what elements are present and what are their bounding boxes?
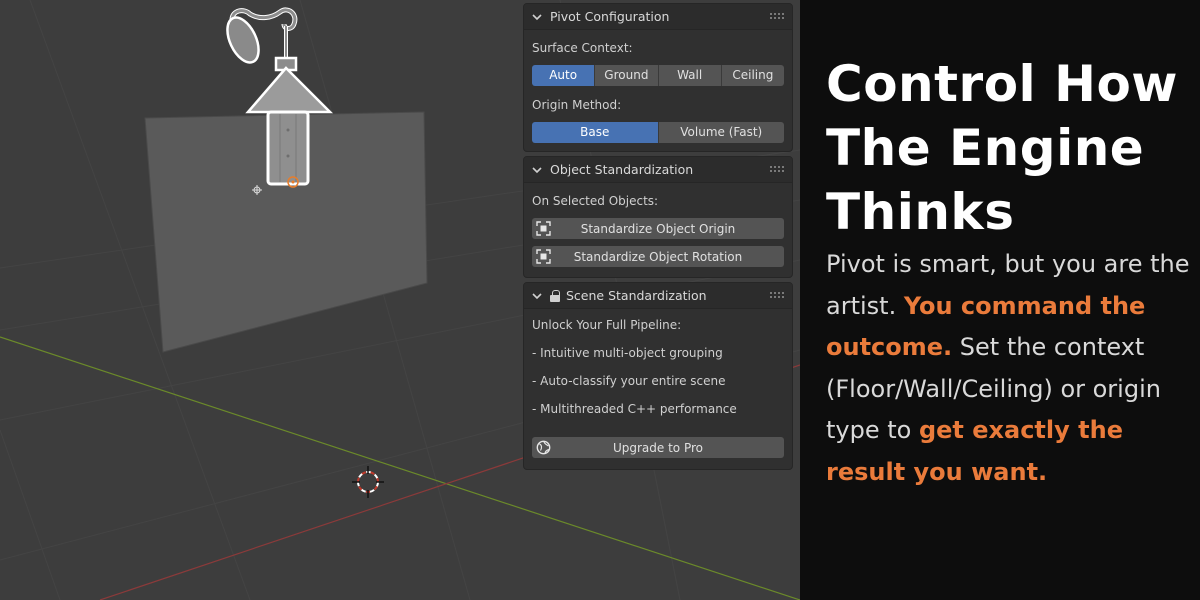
promo-body: Pivot is smart, but you are the artist. … xyxy=(826,244,1200,493)
chevron-down-icon[interactable] xyxy=(532,166,546,174)
feature-item: - Intuitive multi-object grouping xyxy=(532,346,723,360)
surface-context-label: Surface Context: xyxy=(532,41,633,55)
drag-grip-icon[interactable] xyxy=(770,291,784,300)
surface-context-selector: Auto Ground Wall Ceiling xyxy=(532,65,784,86)
headline: Control How The Engine Thinks xyxy=(826,52,1200,244)
headline-line: Thinks xyxy=(826,183,1015,241)
scene-standardization-panel: Scene Standardization Unlock Your Full P… xyxy=(523,282,793,470)
origin-method-label: Origin Method: xyxy=(532,98,622,112)
chevron-down-icon[interactable] xyxy=(532,292,546,300)
standardize-rotation-button[interactable]: Standardize Object Rotation xyxy=(532,246,784,267)
on-selected-label: On Selected Objects: xyxy=(532,194,659,208)
surface-ground-button[interactable]: Ground xyxy=(595,65,659,86)
panel-title: Scene Standardization xyxy=(566,288,707,303)
panel-title: Pivot Configuration xyxy=(550,9,670,24)
upgrade-to-pro-button[interactable]: Upgrade to Pro xyxy=(532,437,784,458)
feature-item: - Multithreaded C++ performance xyxy=(532,402,737,416)
drag-grip-icon[interactable] xyxy=(770,165,784,174)
lock-icon xyxy=(550,289,560,302)
drag-grip-icon[interactable] xyxy=(770,12,784,21)
chevron-down-icon[interactable] xyxy=(532,13,546,21)
standardize-origin-button[interactable]: Standardize Object Origin xyxy=(532,218,784,239)
origin-method-selector: Base Volume (Fast) xyxy=(532,122,784,143)
headline-line: The Engine xyxy=(826,119,1145,177)
rotation-frame-icon xyxy=(536,249,551,264)
panel-header[interactable]: Scene Standardization xyxy=(524,283,792,309)
feature-item: - Auto-classify your entire scene xyxy=(532,374,726,388)
object-standardization-panel: Object Standardization On Selected Objec… xyxy=(523,156,793,278)
globe-icon xyxy=(536,440,551,455)
pivot-configuration-panel: Pivot Configuration Surface Context: Aut… xyxy=(523,3,793,152)
standardize-rotation-label: Standardize Object Rotation xyxy=(573,249,743,264)
origin-frame-icon xyxy=(536,221,551,236)
3d-cursor-icon[interactable] xyxy=(352,466,384,498)
origin-volume-button[interactable]: Volume (Fast) xyxy=(658,122,784,143)
promo-column: Control How The Engine Thinks Pivot is s… xyxy=(800,0,1200,600)
standardize-origin-label: Standardize Object Origin xyxy=(580,221,736,236)
upgrade-to-pro-label: Upgrade to Pro xyxy=(612,440,704,455)
surface-wall-button[interactable]: Wall xyxy=(658,65,722,86)
3d-viewport[interactable]: Pivot Configuration Surface Context: Aut… xyxy=(0,0,800,600)
panel-header[interactable]: Pivot Configuration xyxy=(524,4,792,30)
surface-auto-button[interactable]: Auto xyxy=(532,65,596,86)
origin-base-button[interactable]: Base xyxy=(532,122,659,143)
panel-header[interactable]: Object Standardization xyxy=(524,157,792,183)
panel-title: Object Standardization xyxy=(550,162,694,177)
unlock-pipeline-label: Unlock Your Full Pipeline: xyxy=(532,318,682,332)
headline-line: Control How xyxy=(826,55,1178,113)
surface-ceiling-button[interactable]: Ceiling xyxy=(721,65,784,86)
